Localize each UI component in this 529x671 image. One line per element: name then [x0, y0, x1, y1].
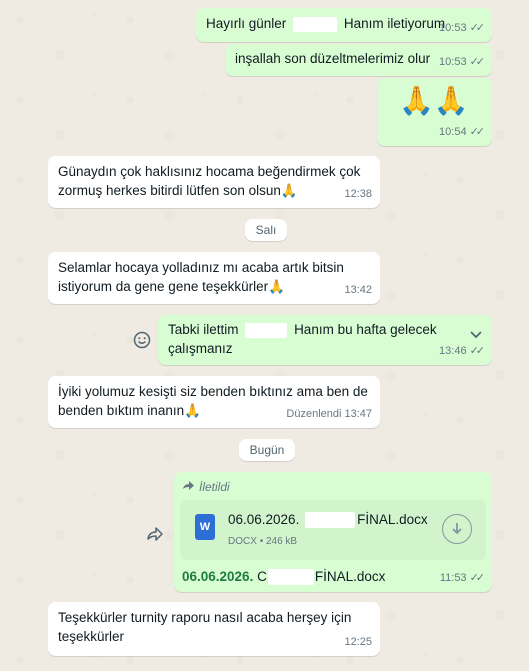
edited-label: Düzenlendi [286, 408, 342, 420]
redacted-name [245, 322, 288, 338]
message-text: Teşekkürler turnity raporu nasıl acaba h… [58, 608, 351, 646]
message-meta: Düzenlendi 13:47 [286, 405, 372, 424]
message-text: Hayırlı günler Hanım iletiyorum [206, 14, 445, 33]
message-bubble-outgoing[interactable]: 🙏🙏 10:54 ✓✓ [377, 78, 492, 146]
redacted-name [267, 569, 314, 586]
message-time: 10:53 [439, 56, 467, 68]
date-separator-label: Bugün [249, 443, 285, 457]
message-line: Selamlar hocaya yolladınız mı acaba artı… [58, 260, 344, 275]
message-text: Günaydın çok haklısınız hocama beğendirm… [58, 162, 360, 200]
message-line: teşekkürler [58, 629, 125, 644]
date-separator: Bugün [239, 439, 295, 461]
document-info: DOCX • 246 kB [228, 532, 297, 551]
message-bubble-outgoing[interactable]: Hayırlı günler Hanım iletiyorum 10:53 ✓✓ [196, 8, 492, 42]
message-text-part: Hayırlı günler [206, 16, 287, 31]
message-line: zormuş herkes bitirdi lütfen son olsun🙏 [58, 183, 298, 198]
message-bubble-outgoing[interactable]: inşallah son düzeltmelerimiz olur 10:53 … [225, 44, 492, 76]
document-name-part: 06.06.2026. [228, 512, 300, 527]
date-separator-label: Salı [255, 223, 277, 237]
document-message-bubble[interactable]: İletildi W 06.06.2026. FİNAL.docx DOCX •… [174, 472, 492, 592]
document-type: DOCX [228, 536, 257, 547]
date-separator: Salı [245, 219, 287, 241]
read-ticks-icon: ✓✓ [469, 126, 486, 138]
message-text-part: Tabki ilettim [168, 322, 239, 337]
document-name-part: FİNAL.docx [357, 512, 428, 527]
read-ticks-icon: ✓✓ [469, 56, 486, 68]
redacted-name [305, 512, 356, 529]
message-line: çalışmanız [168, 341, 233, 356]
message-text-part: Hanım bu hafta gelecek [294, 322, 437, 337]
document-size: 246 kB [265, 536, 298, 547]
forwarded-text: İletildi [199, 480, 230, 494]
message-bubble-outgoing[interactable]: Tabki ilettim Hanım bu hafta gelecek çal… [158, 315, 492, 365]
message-text-part: Hanım iletiyorum [343, 16, 446, 31]
message-meta: 13:42 [344, 281, 372, 300]
message-time: 13:46 [439, 345, 467, 357]
message-meta: 13:46 ✓✓ [439, 342, 486, 361]
message-time: 13:47 [344, 408, 372, 420]
message-meta: 12:25 [344, 633, 372, 652]
read-ticks-icon: ✓✓ [469, 572, 486, 584]
message-meta: 10:53 ✓✓ [439, 19, 486, 38]
message-time: 10:53 [439, 22, 467, 34]
message-bubble-incoming[interactable]: Teşekkürler turnity raporu nasıl acaba h… [48, 602, 380, 656]
message-line: Günaydın çok haklısınız hocama beğendirm… [58, 164, 361, 179]
message-line: Tabki ilettim Hanım bu hafta gelecek [168, 320, 437, 339]
word-doc-icon: W [195, 514, 215, 540]
message-line: Teşekkürler turnity raporu nasıl acaba h… [58, 610, 352, 625]
forwarded-label: İletildi [182, 478, 230, 497]
read-ticks-icon: ✓✓ [469, 345, 486, 357]
caption-text: FİNAL.docx [314, 569, 386, 584]
message-time: 11:53 [439, 572, 467, 584]
message-meta: 10:54 ✓✓ [439, 123, 486, 142]
message-time: 12:38 [344, 188, 372, 200]
message-meta: 11:53 ✓✓ [439, 569, 486, 588]
message-meta: 10:53 ✓✓ [439, 53, 486, 72]
message-text: Selamlar hocaya yolladınız mı acaba artı… [58, 258, 344, 296]
message-line: İyiki yolumuz kesişti siz benden bıktını… [58, 384, 368, 399]
document-card[interactable]: W 06.06.2026. FİNAL.docx DOCX • 246 kB [180, 500, 486, 560]
forward-icon[interactable] [143, 522, 167, 546]
message-bubble-incoming[interactable]: Selamlar hocaya yolladınız mı acaba artı… [48, 252, 380, 304]
download-icon[interactable] [442, 514, 472, 544]
document-caption: 06.06.2026. C FİNAL.docx [182, 567, 385, 586]
message-bubble-incoming[interactable]: İyiki yolumuz kesişti siz benden bıktını… [48, 376, 380, 428]
redacted-name [293, 16, 338, 32]
smiley-icon[interactable] [130, 328, 154, 352]
message-meta: 12:38 [344, 185, 372, 204]
forwarded-icon [182, 478, 195, 497]
message-time: 10:54 [439, 126, 467, 138]
message-bubble-incoming[interactable]: Günaydın çok haklısınız hocama beğendirm… [48, 156, 380, 208]
emoji-message: 🙏🙏 [399, 85, 469, 116]
message-time: 12:25 [344, 636, 372, 648]
caption-date: 06.06.2026. [182, 569, 254, 584]
message-text: Tabki ilettim Hanım bu hafta gelecek çal… [168, 320, 437, 358]
message-text: inşallah son düzeltmelerimiz olur [235, 51, 431, 66]
message-line: istiyorum da gene gene teşekkürler🙏 [58, 279, 285, 294]
caption-text: C [257, 569, 267, 584]
message-time: 13:42 [344, 284, 372, 296]
read-ticks-icon: ✓✓ [469, 22, 486, 34]
document-name: 06.06.2026. FİNAL.docx [228, 510, 428, 529]
